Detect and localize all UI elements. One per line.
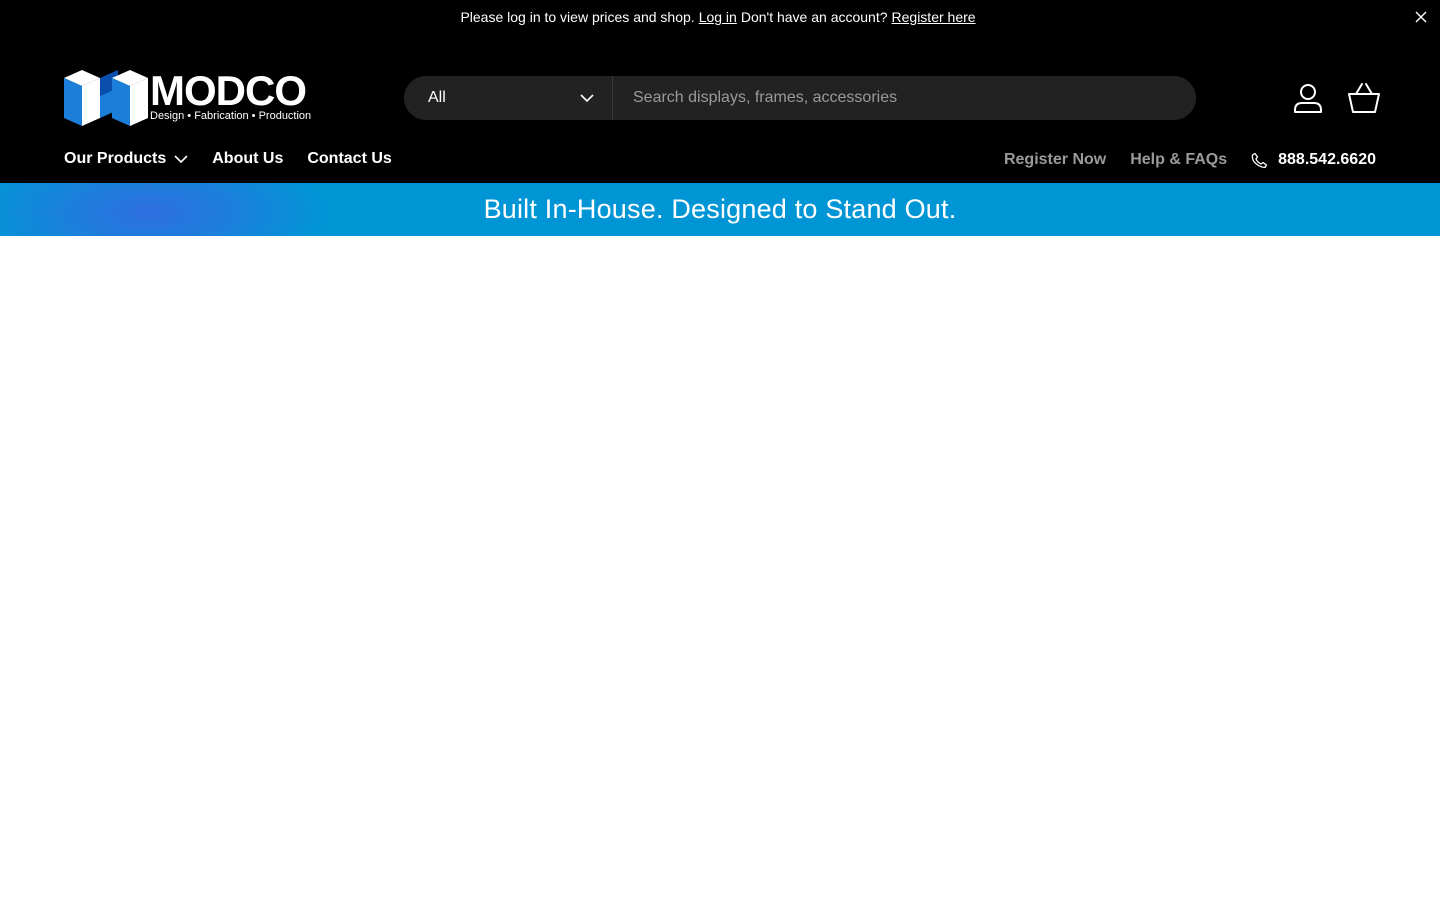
secondary-nav: Register Now Help & FAQs 888.542.6620 — [1004, 151, 1376, 169]
search-bar: All — [404, 76, 1196, 120]
phone-link[interactable]: 888.542.6620 — [1251, 151, 1376, 169]
logo-wordmark: MODCO — [150, 67, 307, 114]
register-link[interactable]: Register here — [892, 9, 976, 25]
nav-contact-us[interactable]: Contact Us — [307, 150, 391, 168]
banner-glow — [0, 183, 340, 236]
banner-text: Built In-House. Designed to Stand Out. — [483, 194, 957, 224]
register-now-link[interactable]: Register Now — [1004, 151, 1106, 169]
announcement-bar: Please log in to view prices and shop. L… — [0, 0, 1440, 34]
main-nav: Our Products About Us Contact Us — [64, 150, 392, 168]
promo-banner: Built In-House. Designed to Stand Out. — [0, 183, 1440, 236]
announcement-middle-text: Don't have an account? — [740, 9, 888, 25]
announcement-text: Please log in to view prices and shop. — [460, 9, 695, 25]
search-input[interactable] — [613, 76, 1196, 120]
login-link[interactable]: Log in — [699, 9, 737, 25]
page-content — [0, 236, 1440, 900]
close-icon[interactable] — [1412, 8, 1430, 26]
logo-mark-icon — [64, 70, 148, 126]
nav-our-products-label: Our Products — [64, 150, 167, 167]
search-category-value: All — [428, 89, 446, 106]
chevron-down-icon — [174, 154, 188, 163]
nav-about-us[interactable]: About Us — [212, 150, 283, 168]
phone-icon — [1251, 152, 1268, 168]
modco-logo[interactable]: MODCO Design • Fabrication • Production — [64, 68, 316, 128]
help-faqs-link[interactable]: Help & FAQs — [1130, 151, 1227, 169]
account-icon[interactable] — [1290, 80, 1326, 116]
search-category-select[interactable]: All — [404, 76, 613, 120]
logo-tagline: Design • Fabrication • Production — [150, 110, 312, 122]
nav-our-products[interactable]: Our Products — [64, 150, 188, 168]
phone-number: 888.542.6620 — [1278, 151, 1376, 168]
chevron-down-icon — [580, 93, 594, 102]
site-header: MODCO Design • Fabrication • Production … — [0, 34, 1440, 183]
basket-icon[interactable] — [1346, 80, 1382, 116]
